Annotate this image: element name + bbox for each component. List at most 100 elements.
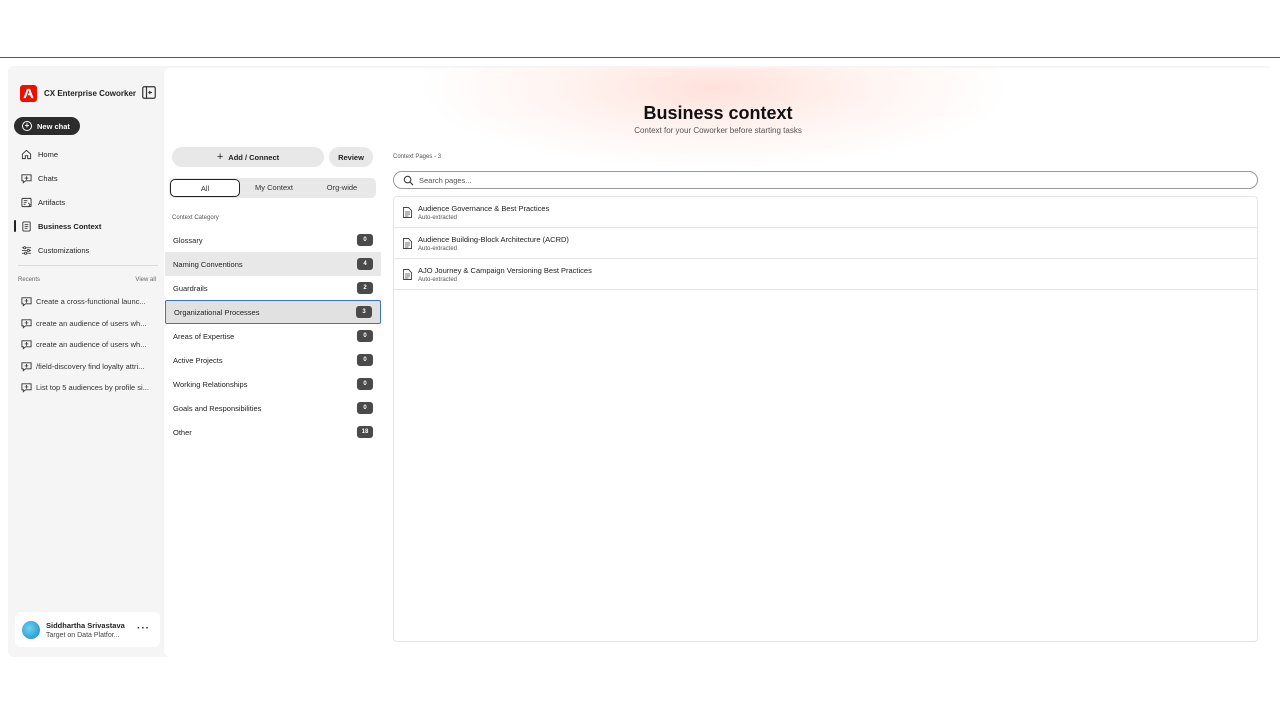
category-label: Naming Conventions xyxy=(173,259,243,269)
tab-all[interactable]: All xyxy=(170,179,240,197)
new-chat-button[interactable]: + New chat xyxy=(14,117,80,135)
count-badge: 0 xyxy=(357,378,373,390)
sidebar-item-home[interactable]: Home xyxy=(14,142,160,166)
app-window: CX Enterprise Coworker + New chat Home C… xyxy=(8,66,1272,657)
document-icon xyxy=(403,237,412,249)
add-connect-label: Add / Connect xyxy=(228,152,280,162)
category-label: Working Relationships xyxy=(173,379,248,389)
sidebar-item-customizations[interactable]: Customizations xyxy=(14,238,160,262)
recents-list: Create a cross-functional launc... creat… xyxy=(14,291,160,399)
recent-chat-item[interactable]: /field-discovery find loyalty attri... xyxy=(14,356,160,378)
context-filter-tabs: All My Context Org-wide xyxy=(169,178,376,198)
chat-icon xyxy=(21,362,32,372)
top-border-line xyxy=(0,57,1280,58)
category-areas-of-expertise[interactable]: Areas of Expertise 0 xyxy=(165,324,381,348)
page-text: Audience Building-Block Architecture (AC… xyxy=(418,235,569,252)
plus-circle-icon: + xyxy=(22,121,32,131)
category-label: Organizational Processes xyxy=(174,307,260,317)
user-org: Target on Data Platfor... xyxy=(46,631,120,639)
page-item-source: Auto-extracted xyxy=(418,245,458,252)
sidebar-item-label: Business Context xyxy=(38,221,102,231)
page-subtitle: Context for your Coworker before startin… xyxy=(634,126,802,135)
page-text: AJO Journey & Campaign Versioning Best P… xyxy=(418,266,592,283)
artifacts-icon xyxy=(21,197,32,207)
sidebar-item-artifacts[interactable]: Artifacts xyxy=(14,190,160,214)
page-item-title: Audience Building-Block Architecture (AC… xyxy=(418,234,569,244)
more-options-icon[interactable]: ··· xyxy=(137,624,150,634)
page-item-title: AJO Journey & Campaign Versioning Best P… xyxy=(418,265,592,275)
sidebar-divider xyxy=(18,265,158,266)
recent-chat-label: /field-discovery find loyalty attri... xyxy=(36,361,145,371)
category-guardrails[interactable]: Guardrails 2 xyxy=(165,276,381,300)
chat-icon xyxy=(21,340,32,350)
recent-chat-label: Create a cross-functional launc... xyxy=(36,297,146,307)
count-badge: 0 xyxy=(357,354,373,366)
category-label: Areas of Expertise xyxy=(173,331,235,341)
category-working-relationships[interactable]: Working Relationships 0 xyxy=(165,372,381,396)
recent-chat-item[interactable]: create an audience of users wh... xyxy=(14,334,160,356)
recent-chat-label: List top 5 audiences by profile si... xyxy=(36,383,149,393)
recent-chat-item[interactable]: Create a cross-functional launc... xyxy=(14,291,160,313)
user-profile-card[interactable]: Siddhartha Srivastava Target on Data Pla… xyxy=(15,612,160,647)
recents-header: Recents View all xyxy=(18,277,156,283)
chats-icon xyxy=(21,173,32,184)
sidebar-item-label: Chats xyxy=(38,173,58,183)
new-chat-label: New chat xyxy=(37,121,70,131)
add-connect-button[interactable]: + Add / Connect xyxy=(172,147,324,167)
search-input[interactable] xyxy=(419,175,1219,185)
category-label: Other xyxy=(173,427,192,437)
sidebar: CX Enterprise Coworker + New chat Home C… xyxy=(8,66,164,657)
category-glossary[interactable]: Glossary 0 xyxy=(165,228,381,252)
count-badge: 2 xyxy=(357,282,373,294)
recent-chat-item[interactable]: create an audience of users wh... xyxy=(14,313,160,335)
main-panel: Business context Context for your Cowork… xyxy=(164,68,1272,657)
category-label: Guardrails xyxy=(173,283,208,293)
category-goals-and-responsibilities[interactable]: Goals and Responsibilities 0 xyxy=(165,396,381,420)
context-pages-label: Context Pages - 3 xyxy=(393,154,442,160)
sidebar-item-business-context[interactable]: Business Context xyxy=(14,214,160,238)
recent-chat-label: create an audience of users wh... xyxy=(36,340,147,350)
home-icon xyxy=(21,149,32,159)
category-active-projects[interactable]: Active Projects 0 xyxy=(165,348,381,372)
recents-heading: Recents xyxy=(18,277,41,283)
review-button[interactable]: Review xyxy=(329,147,373,167)
brand[interactable]: CX Enterprise Coworker xyxy=(20,85,136,102)
tab-org-wide[interactable]: Org-wide xyxy=(308,179,376,197)
sidebar-item-chats[interactable]: Chats xyxy=(14,166,160,190)
sidebar-nav: Home Chats Artifacts Business Context Cu… xyxy=(14,142,160,262)
context-category-label: Context Category xyxy=(172,215,219,221)
plus-icon: + xyxy=(216,150,224,163)
count-badge: 4 xyxy=(357,258,373,270)
search-icon xyxy=(403,175,414,185)
category-naming-conventions[interactable]: Naming Conventions 4 xyxy=(165,252,381,276)
sidebar-item-label: Artifacts xyxy=(38,197,66,207)
category-other[interactable]: Other 18 xyxy=(165,420,381,444)
count-badge: 0 xyxy=(357,234,373,246)
view-all-link[interactable]: View all xyxy=(135,277,156,283)
page-item-title: Audience Governance & Best Practices xyxy=(418,203,550,213)
sidebar-item-label: Home xyxy=(38,149,59,159)
list-item[interactable]: AJO Journey & Campaign Versioning Best P… xyxy=(394,259,1257,290)
recent-chat-item[interactable]: List top 5 audiences by profile si... xyxy=(14,377,160,399)
list-item[interactable]: Audience Governance & Best Practices Aut… xyxy=(394,197,1257,228)
count-badge: 0 xyxy=(357,402,373,414)
count-badge: 0 xyxy=(357,330,373,342)
avatar xyxy=(22,620,40,639)
category-list: Glossary 0 Naming Conventions 4 Guardrai… xyxy=(164,228,381,444)
page-text: Audience Governance & Best Practices Aut… xyxy=(418,204,549,221)
tab-my-context[interactable]: My Context xyxy=(240,179,308,197)
chat-icon xyxy=(21,319,32,329)
count-badge: 3 xyxy=(356,306,372,318)
document-icon xyxy=(403,268,412,280)
search-pages-field[interactable] xyxy=(393,171,1258,189)
list-item[interactable]: Audience Building-Block Architecture (AC… xyxy=(394,228,1257,259)
category-organizational-processes[interactable]: Organizational Processes 3 xyxy=(165,300,381,324)
user-info: Siddhartha Srivastava Target on Data Pla… xyxy=(46,621,136,639)
collapse-sidebar-icon[interactable] xyxy=(142,86,156,99)
app-name: CX Enterprise Coworker xyxy=(44,89,137,98)
category-label: Glossary xyxy=(173,235,203,245)
category-label: Goals and Responsibilities xyxy=(173,403,262,413)
sliders-icon xyxy=(21,245,32,255)
page-item-source: Auto-extracted xyxy=(418,214,458,221)
chat-icon xyxy=(21,383,32,393)
